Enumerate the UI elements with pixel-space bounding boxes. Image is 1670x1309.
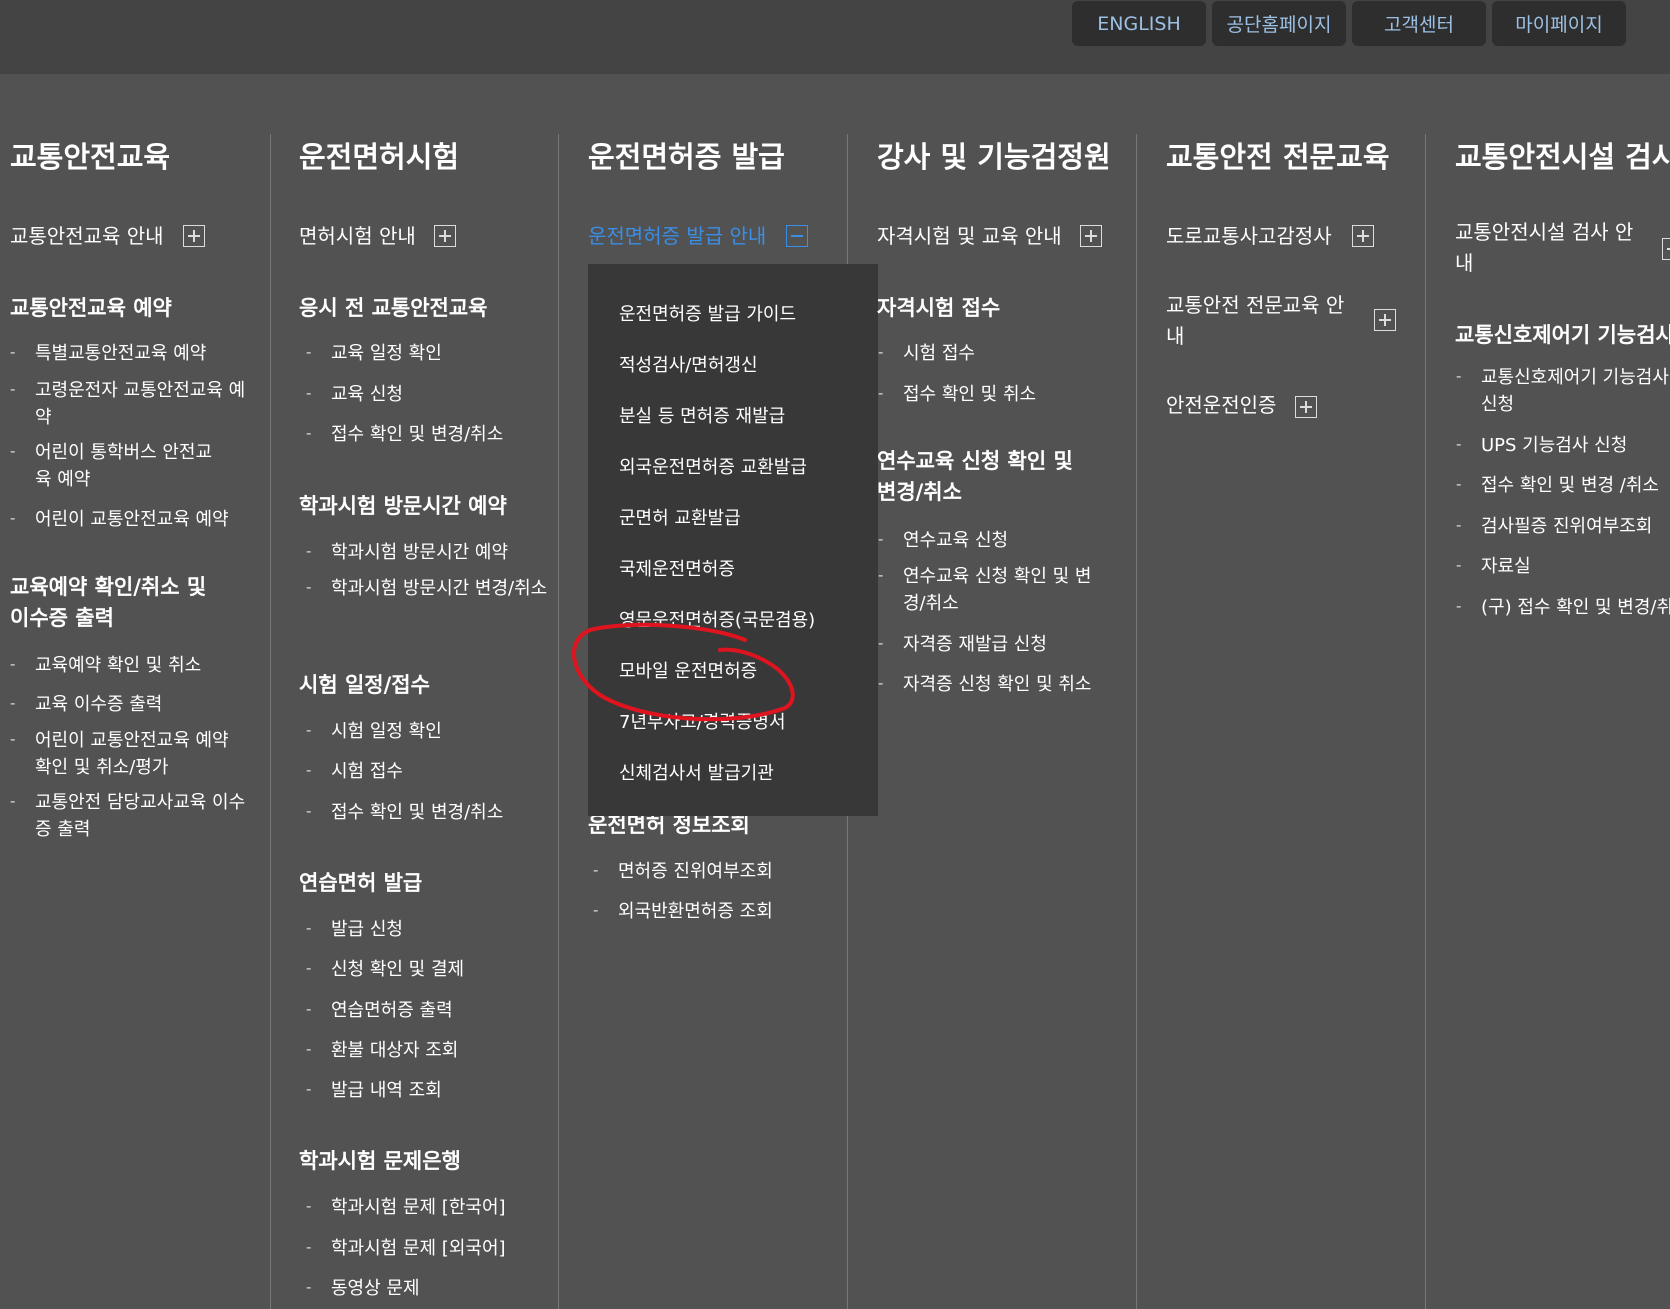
menu-item[interactable]: 고령운전자 교통안전교육 예약 — [10, 376, 255, 431]
column-title: 운전면허시험 — [299, 140, 460, 174]
menu-item[interactable]: (구) 접수 확인 및 변경/취소 — [1456, 593, 1670, 621]
menu-item[interactable]: 학과시험 문제 [한국어] — [306, 1193, 506, 1221]
section-heading[interactable]: 교육예약 확인/취소 및 이수증 출력 — [10, 572, 220, 634]
menu-item[interactable]: 교통안전 담당교사교육 이수증 출력 — [10, 788, 250, 843]
section-heading[interactable]: 자격시험 접수 — [877, 293, 1000, 324]
plus-icon[interactable] — [1352, 225, 1374, 247]
dropdown-item[interactable]: 신체검사서 발급기관 — [619, 759, 774, 785]
menu-item[interactable]: 교육 신청 — [306, 380, 403, 408]
column-title: 교통안전교육 — [10, 140, 171, 174]
plus-icon[interactable] — [434, 225, 456, 247]
section-link[interactable]: 자격시험 및 교육 안내 — [877, 221, 1062, 252]
menu-item[interactable]: 어린이 교통안전교육 예약 — [10, 505, 255, 533]
menu-item[interactable]: 접수 확인 및 변경/취소 — [306, 798, 503, 826]
plus-icon[interactable] — [183, 225, 205, 247]
section-heading[interactable]: 응시 전 교통안전교육 — [299, 293, 488, 324]
section-heading[interactable]: 교통신호제어기 기능검사 — [1455, 320, 1670, 351]
minus-icon[interactable] — [786, 225, 808, 247]
menu-item[interactable]: 환불 대상자 조회 — [306, 1036, 458, 1064]
agency-home-button[interactable]: 공단홈페이지 — [1212, 1, 1346, 46]
section-heading[interactable]: 연수교육 신청 확인 및 변경/취소 — [877, 446, 1097, 508]
section-link[interactable]: 교통안전교육 안내 — [10, 221, 164, 252]
column-title: 강사 및 기능검정원 — [877, 140, 1111, 174]
section-link[interactable]: 교통안전 전문교육 안내 — [1166, 290, 1356, 352]
menu-item[interactable]: 시험 일정 확인 — [306, 717, 442, 745]
menu-item[interactable]: 시험 접수 — [878, 339, 975, 367]
submenu-dropdown: 운전면허증 발급 가이드 적성검사/면허갱신 분실 등 면허증 재발급 외국운전… — [588, 264, 878, 816]
column-divider — [270, 134, 271, 1309]
menu-item[interactable]: 동영상 문제 — [306, 1274, 420, 1302]
english-button[interactable]: ENGLISH — [1072, 1, 1206, 46]
menu-item[interactable]: 자료실 — [1456, 552, 1531, 580]
plus-icon[interactable] — [1662, 238, 1670, 260]
section-link[interactable]: 면허시험 안내 — [299, 221, 416, 252]
section-heading[interactable]: 시험 일정/접수 — [299, 670, 430, 701]
column-title: 운전면허증 발급 — [588, 140, 785, 174]
dropdown-item[interactable]: 적성검사/면허갱신 — [619, 351, 758, 377]
dropdown-item[interactable]: 국제운전면허증 — [619, 555, 735, 581]
menu-item[interactable]: 접수 확인 및 변경/취소 — [306, 420, 503, 448]
column-divider — [558, 134, 559, 1309]
section-link-active[interactable]: 운전면허증 발급 안내 — [588, 221, 766, 252]
menu-item[interactable]: 외국반환면허증 조회 — [593, 897, 773, 925]
menu-item[interactable]: 어린이 교통안전교육 예약 확인 및 취소/평가 — [10, 726, 230, 781]
menu-item[interactable]: 교육 일정 확인 — [306, 339, 442, 367]
plus-icon[interactable] — [1080, 225, 1102, 247]
section-link[interactable]: 교통안전시설 검사 안내 — [1455, 217, 1645, 279]
menu-item[interactable]: 접수 확인 및 취소 — [878, 380, 1036, 408]
menu-item[interactable]: 교육 이수증 출력 — [10, 690, 255, 718]
menu-item[interactable]: 교통신호제어기 기능검사 신청 — [1456, 363, 1670, 418]
customer-center-button[interactable]: 고객센터 — [1352, 1, 1486, 46]
plus-icon[interactable] — [1295, 396, 1317, 418]
menu-item[interactable]: 검사필증 진위여부조회 — [1456, 512, 1652, 540]
section-link[interactable]: 도로교통사고감정사 — [1166, 221, 1332, 252]
menu-item[interactable]: 학과시험 방문시간 예약 — [306, 538, 508, 566]
dropdown-item[interactable]: 분실 등 면허증 재발급 — [619, 402, 785, 428]
menu-item[interactable]: 교육예약 확인 및 취소 — [10, 651, 255, 679]
menu-item[interactable]: 발급 내역 조회 — [306, 1076, 442, 1104]
menu-item[interactable]: 연수교육 신청 — [878, 526, 1008, 554]
menu-item[interactable]: 연습면허증 출력 — [306, 996, 453, 1024]
menu-item[interactable]: 연수교육 신청 확인 및 변경/취소 — [878, 562, 1113, 617]
menu-item[interactable]: UPS 기능검사 신청 — [1456, 431, 1627, 459]
menu-item[interactable]: 학과시험 문제 [외국어] — [306, 1234, 506, 1262]
column-divider — [1136, 134, 1137, 1309]
section-heading[interactable]: 연습면허 발급 — [299, 868, 422, 899]
menu-item[interactable]: 발급 신청 — [306, 915, 403, 943]
column-title: 교통안전시설 검사 — [1455, 140, 1670, 174]
mypage-button[interactable]: 마이페이지 — [1492, 1, 1626, 46]
menu-item[interactable]: 자격증 재발급 신청 — [878, 630, 1047, 658]
red-circle-annotation — [572, 622, 795, 722]
menu-item[interactable]: 특별교통안전교육 예약 — [10, 339, 255, 367]
menu-item[interactable]: 어린이 통학버스 안전교육 예약 — [10, 438, 225, 493]
section-heading[interactable]: 학과시험 문제은행 — [299, 1146, 461, 1177]
section-heading[interactable]: 교통안전교육 예약 — [10, 293, 172, 324]
top-bar: ENGLISH 공단홈페이지 고객센터 마이페이지 — [0, 0, 1670, 74]
dropdown-item[interactable]: 운전면허증 발급 가이드 — [619, 300, 796, 326]
menu-item[interactable]: 신청 확인 및 결제 — [306, 955, 464, 983]
dropdown-item[interactable]: 군면허 교환발급 — [619, 504, 741, 530]
menu-item[interactable]: 학과시험 방문시간 변경/취소 — [306, 574, 551, 602]
column-divider — [1425, 134, 1426, 1309]
plus-icon[interactable] — [1374, 309, 1396, 331]
menu-item[interactable]: 면허증 진위여부조회 — [593, 857, 773, 885]
section-heading[interactable]: 학과시험 방문시간 예약 — [299, 491, 507, 522]
menu-item[interactable]: 자격증 신청 확인 및 취소 — [878, 670, 1092, 698]
menu-item[interactable]: 접수 확인 및 변경 /취소 — [1456, 471, 1659, 499]
section-link[interactable]: 안전운전인증 — [1166, 390, 1276, 421]
column-title: 교통안전 전문교육 — [1166, 140, 1390, 174]
menu-item[interactable]: 시험 접수 — [306, 757, 403, 785]
dropdown-item[interactable]: 외국운전면허증 교환발급 — [619, 453, 807, 479]
